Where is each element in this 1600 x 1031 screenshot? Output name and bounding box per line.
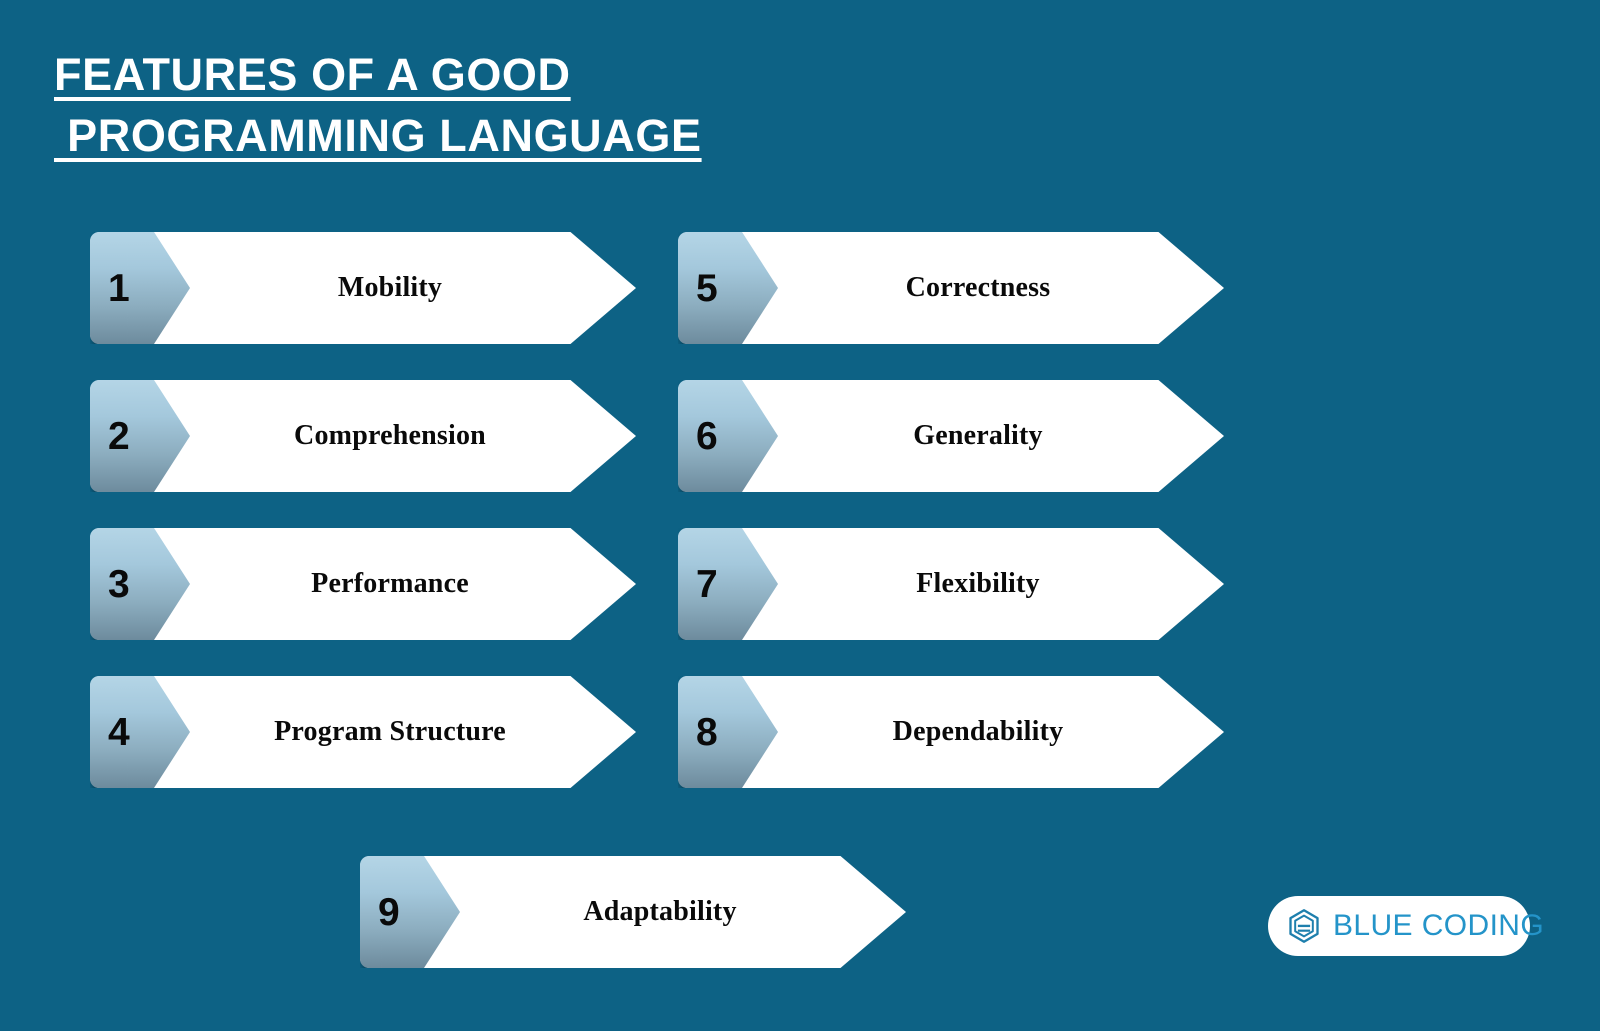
feature-label: Adaptability bbox=[583, 896, 737, 927]
feature-item-4[interactable]: 4 Program Structure bbox=[90, 676, 636, 788]
feature-list: 1 Mobility 2 Comprehension 3 Performance… bbox=[0, 0, 1600, 1031]
feature-label: Program Structure bbox=[274, 716, 506, 747]
feature-number: 7 bbox=[696, 562, 718, 606]
feature-item-6[interactable]: 6 Generality bbox=[678, 380, 1224, 492]
feature-item-5[interactable]: 5 Correctness bbox=[678, 232, 1224, 344]
feature-number: 3 bbox=[108, 562, 130, 606]
feature-label: Comprehension bbox=[294, 420, 486, 451]
hexagon-b-icon bbox=[1289, 909, 1319, 943]
feature-label: Dependability bbox=[892, 716, 1064, 747]
feature-number: 5 bbox=[696, 266, 718, 310]
feature-number: 2 bbox=[108, 414, 130, 458]
feature-item-1[interactable]: 1 Mobility bbox=[90, 232, 636, 344]
feature-item-3[interactable]: 3 Performance bbox=[90, 528, 636, 640]
feature-number: 6 bbox=[696, 414, 718, 458]
feature-label: Performance bbox=[311, 568, 469, 599]
feature-label: Flexibility bbox=[916, 568, 1040, 599]
feature-number: 9 bbox=[378, 890, 400, 934]
feature-item-7[interactable]: 7 Flexibility bbox=[678, 528, 1224, 640]
feature-label: Correctness bbox=[905, 272, 1051, 303]
brand-logo[interactable]: BLUE CODING bbox=[1268, 896, 1544, 956]
feature-label: Mobility bbox=[337, 272, 443, 303]
brand-logo-text: BLUE CODING bbox=[1333, 909, 1545, 942]
feature-item-2[interactable]: 2 Comprehension bbox=[90, 380, 636, 492]
feature-number: 8 bbox=[696, 710, 718, 754]
feature-number: 4 bbox=[108, 710, 130, 754]
feature-number: 1 bbox=[108, 266, 130, 310]
feature-label: Generality bbox=[913, 420, 1043, 451]
feature-item-9[interactable]: 9 Adaptability bbox=[360, 856, 906, 968]
feature-item-8[interactable]: 8 Dependability bbox=[678, 676, 1224, 788]
